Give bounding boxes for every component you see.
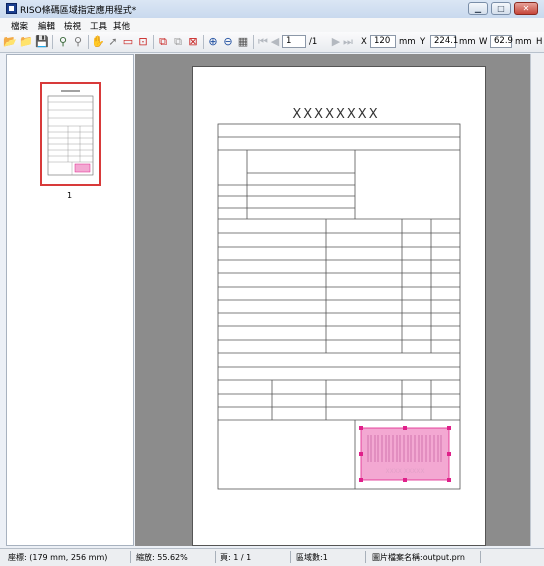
- toolbar-separator: [88, 35, 89, 49]
- barcode-text: XXXX XXXXX: [386, 468, 425, 475]
- zoom-in-icon[interactable]: ⊕: [206, 35, 220, 49]
- barcode-region[interactable]: XXXX XXXXX: [359, 426, 451, 482]
- window-title: RISO條碼區域指定應用程式*: [20, 6, 137, 16]
- x-unit: mm: [399, 37, 416, 47]
- status-filename: 圖片檔案名稱:output.prn: [372, 553, 465, 562]
- thumbnail-page-number: 1: [67, 191, 73, 200]
- status-divider: [130, 551, 131, 563]
- page-heading: XXXXXXXX: [292, 107, 379, 122]
- page-thumbnail[interactable]: [40, 82, 101, 186]
- status-zoom: 縮放: 55.62%: [136, 553, 188, 562]
- add-region-icon[interactable]: ⧉: [156, 35, 170, 49]
- region-select-icon[interactable]: ▭: [121, 35, 135, 49]
- h-label: H: [536, 37, 543, 47]
- menu-view[interactable]: 檢視: [64, 20, 81, 32]
- status-bar: 座標: (179 mm, 256 mm) 縮放: 55.62% 頁: 1 / 1…: [0, 548, 544, 566]
- y-label: Y: [420, 37, 426, 47]
- status-divider: [480, 551, 481, 563]
- delete-region-icon[interactable]: ⊠: [186, 35, 200, 49]
- thumbnail-pane: 1: [6, 54, 134, 546]
- menu-other[interactable]: 其他: [113, 20, 130, 32]
- w-label: W: [479, 37, 488, 47]
- y-coordinate-input[interactable]: 224.1: [430, 35, 458, 48]
- toolbar-separator: [203, 35, 204, 49]
- x-coordinate-input[interactable]: 120: [370, 35, 396, 48]
- menu-bar: 檔案 編輯 檢視 工具 其他: [0, 18, 544, 32]
- find-icon[interactable]: ⚲: [56, 35, 70, 49]
- toolbar-separator: [52, 35, 53, 49]
- vertical-scrollbar[interactable]: [530, 54, 544, 546]
- width-input[interactable]: 62.9: [490, 35, 513, 48]
- y-unit: mm: [459, 37, 476, 47]
- form-drawing: XXXXXXXX XXXX XXXXX: [217, 107, 461, 490]
- copy-region-icon[interactable]: ⧉: [171, 35, 185, 49]
- title-bar: RISO條碼區域指定應用程式* ▁ □ ✕: [0, 0, 544, 19]
- prev-page-icon[interactable]: ◀: [268, 35, 282, 49]
- document-view[interactable]: XXXXXXXX XXXX XXXXX: [135, 54, 538, 546]
- open-folder-icon[interactable]: 📂: [3, 35, 17, 49]
- app-icon: [6, 3, 17, 14]
- maximize-button[interactable]: □: [491, 2, 511, 15]
- zoom-region-icon[interactable]: ⊡: [136, 35, 150, 49]
- pointer-tool-icon[interactable]: ➚: [106, 35, 120, 49]
- open-recent-icon[interactable]: 📁: [19, 35, 33, 49]
- zoom-out-icon[interactable]: ⊖: [221, 35, 235, 49]
- close-button[interactable]: ✕: [514, 2, 538, 15]
- find-next-icon[interactable]: ⚲: [71, 35, 85, 49]
- status-divider: [215, 551, 216, 563]
- last-page-icon[interactable]: ⏭: [341, 35, 355, 49]
- toolbar: 📂 📁 💾 ⚲ ⚲ ✋ ➚ ▭ ⊡ ⧉ ⧉ ⊠ ⊕ ⊖ ▦ ⏮ ◀ 1 /1 ▶…: [0, 32, 544, 53]
- status-page: 頁: 1 / 1: [220, 553, 252, 562]
- save-icon[interactable]: 💾: [35, 35, 49, 49]
- status-coordinates: 座標: (179 mm, 256 mm): [8, 553, 108, 562]
- app-window: RISO條碼區域指定應用程式* ▁ □ ✕ 檔案 編輯 檢視 工具 其他 📂 📁…: [0, 0, 544, 566]
- page-number-input[interactable]: 1: [282, 35, 306, 48]
- hand-tool-icon[interactable]: ✋: [91, 35, 105, 49]
- thumbnail-preview: [47, 90, 94, 176]
- status-region-count: 區域數:1: [296, 553, 328, 562]
- menu-edit[interactable]: 編輯: [38, 20, 55, 32]
- x-label: X: [361, 37, 367, 47]
- toolbar-separator: [253, 35, 254, 49]
- status-divider: [365, 551, 366, 563]
- menu-tools[interactable]: 工具: [90, 20, 107, 32]
- w-unit: mm: [515, 37, 532, 47]
- minimize-button[interactable]: ▁: [468, 2, 488, 15]
- toolbar-separator: [153, 35, 154, 49]
- menu-file[interactable]: 檔案: [11, 20, 28, 32]
- status-divider: [290, 551, 291, 563]
- page-total: /1: [309, 37, 318, 47]
- fit-page-icon[interactable]: ▦: [236, 35, 250, 49]
- document-page: XXXXXXXX XXXX XXXXX: [192, 66, 486, 546]
